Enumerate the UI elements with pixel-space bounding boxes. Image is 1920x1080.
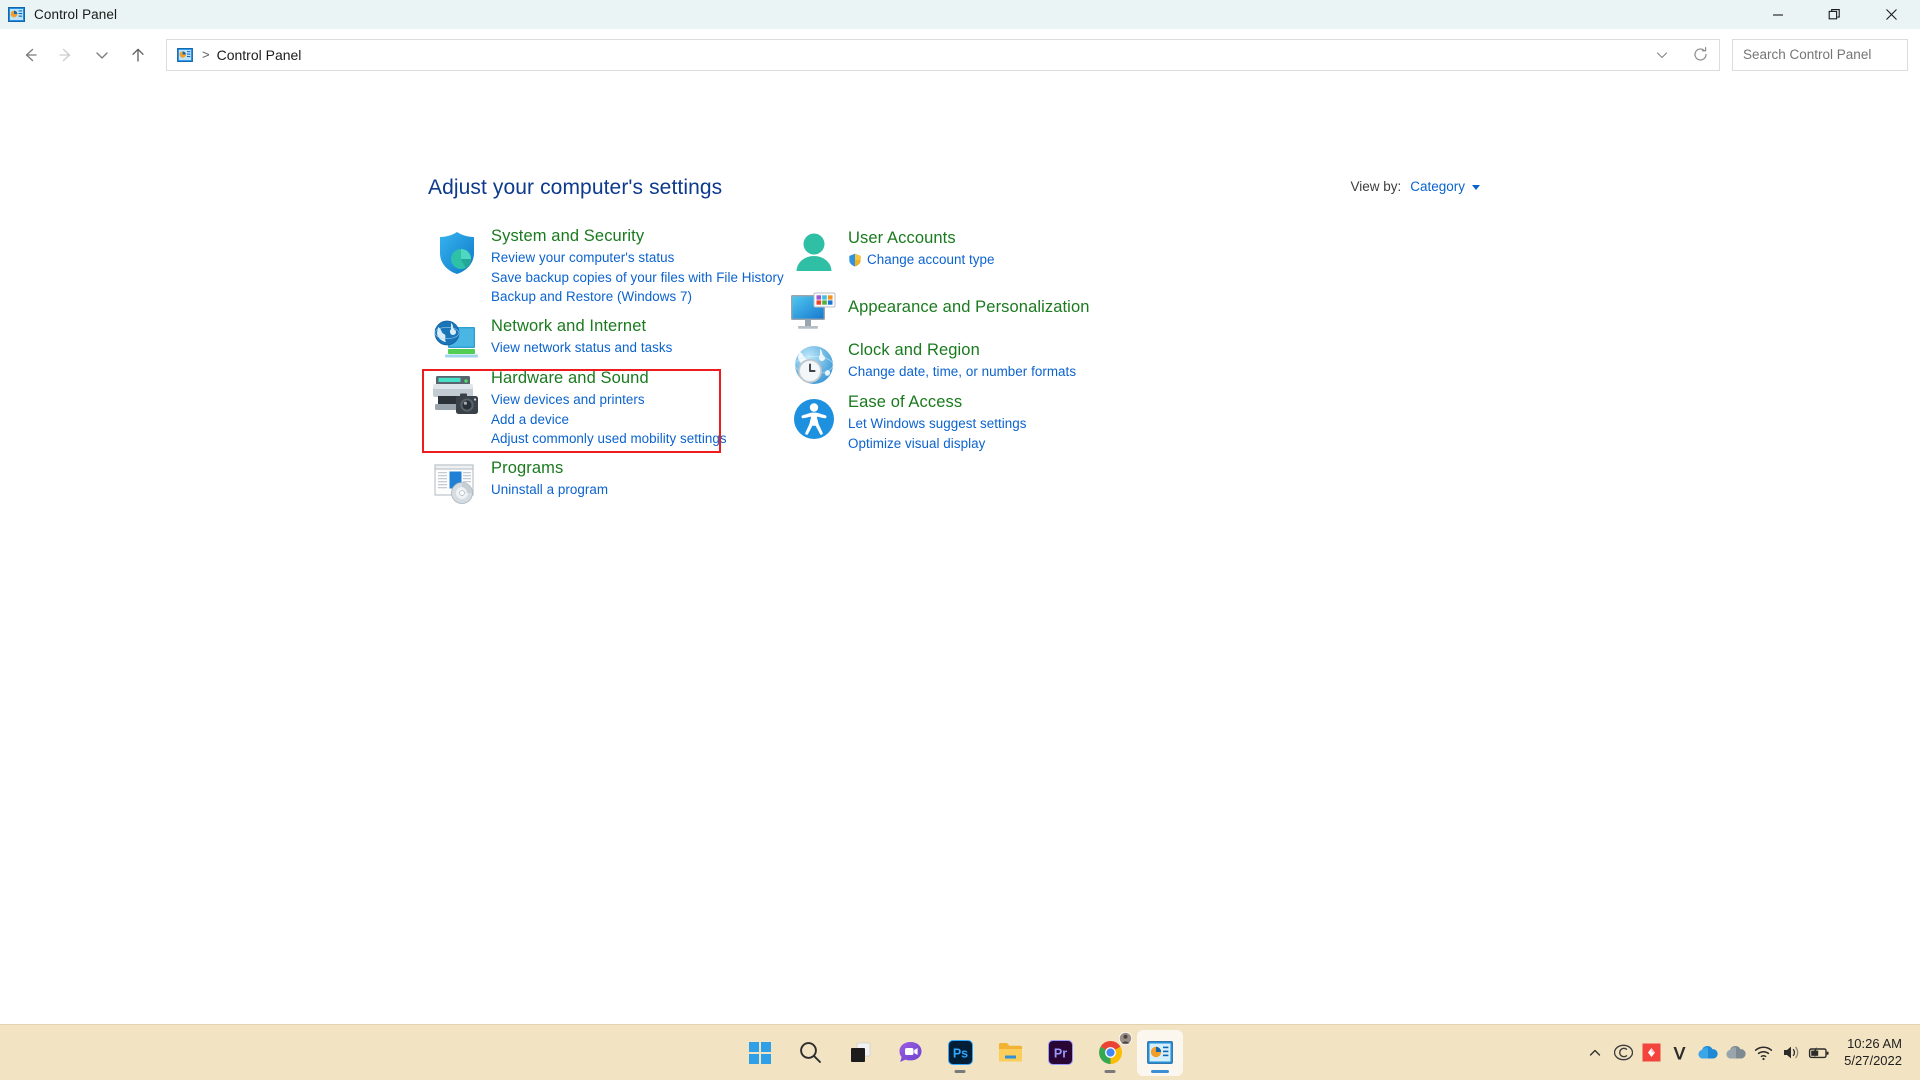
monitor-tiles-icon [785, 288, 843, 340]
breadcrumb-label[interactable]: Control Panel [217, 47, 302, 63]
battery-icon[interactable] [1806, 1032, 1832, 1074]
category-link[interactable]: Add a device [491, 410, 727, 429]
file-explorer-button[interactable] [987, 1030, 1033, 1076]
search-input[interactable] [1742, 47, 1920, 62]
v-app-icon[interactable] [1666, 1032, 1692, 1074]
shield-icon [428, 226, 486, 278]
category-link[interactable]: Review your computer's status [491, 248, 784, 267]
search-button[interactable] [787, 1030, 833, 1076]
avatar [1118, 1031, 1133, 1050]
category-network-and-internet[interactable]: Network and Internet View network status… [428, 316, 672, 368]
task-view-button[interactable] [837, 1030, 883, 1076]
show-hidden-icons-button[interactable] [1582, 1032, 1608, 1074]
view-by-value[interactable]: Category [1410, 179, 1465, 194]
category-link[interactable]: Let Windows suggest settings [848, 414, 1027, 433]
category-user-accounts[interactable]: User Accounts Change account type [785, 228, 995, 280]
clock-time: 10:26 AM [1847, 1035, 1902, 1051]
minimize-button[interactable] [1749, 0, 1806, 29]
start-button[interactable] [737, 1030, 783, 1076]
programs-disc-icon [428, 458, 486, 510]
premiere-pro-button[interactable]: Pr [1037, 1030, 1083, 1076]
onedrive-work-icon[interactable] [1722, 1032, 1748, 1074]
globe-clock-icon [785, 340, 843, 392]
wifi-icon[interactable] [1750, 1032, 1776, 1074]
category-link[interactable]: View devices and printers [491, 390, 727, 409]
close-button[interactable] [1863, 0, 1920, 29]
category-title[interactable]: Hardware and Sound [491, 368, 727, 389]
category-title[interactable]: Network and Internet [491, 316, 672, 337]
search-box[interactable] [1732, 38, 1920, 71]
window-title: Control Panel [34, 7, 118, 22]
category-title[interactable]: System and Security [491, 226, 784, 247]
forward-button[interactable] [48, 37, 84, 73]
creative-cloud-icon[interactable] [1610, 1032, 1636, 1074]
printer-camera-icon [428, 368, 486, 420]
view-by-label: View by: [1350, 179, 1402, 194]
control-panel-taskbar-button[interactable] [1137, 1029, 1183, 1076]
address-bar[interactable]: > Control Panel [166, 38, 1720, 71]
category-title[interactable]: Clock and Region [848, 340, 1076, 361]
chevron-down-icon[interactable] [1472, 185, 1480, 190]
chat-button[interactable] [887, 1030, 933, 1076]
clock-date: 5/27/2022 [1844, 1052, 1902, 1068]
running-indicator [1104, 1069, 1116, 1073]
uac-shield-icon [848, 253, 862, 267]
category-title[interactable]: Ease of Access [848, 392, 1027, 413]
title-bar: Control Panel [0, 0, 1920, 29]
category-link[interactable]: Backup and Restore (Windows 7) [491, 287, 784, 306]
recent-locations-button[interactable] [84, 37, 120, 73]
window-controls [1749, 0, 1920, 29]
network-globe-icon [428, 316, 486, 368]
category-link[interactable]: Optimize visual display [848, 434, 1027, 453]
chrome-button[interactable] [1087, 1030, 1133, 1076]
control-panel-icon [7, 7, 25, 23]
active-indicator [1151, 1069, 1169, 1073]
taskbar: Ps Pr 10:26 AM 5/27/2022 [0, 1024, 1920, 1080]
user-person-icon [785, 228, 843, 280]
category-ease-of-access[interactable]: Ease of Access Let Windows suggest setti… [785, 392, 1027, 453]
breadcrumb[interactable]: > Control Panel [167, 40, 1643, 70]
page-title: Adjust your computer's settings [428, 176, 723, 199]
back-button[interactable] [12, 37, 48, 73]
category-hardware-and-sound[interactable]: Hardware and Sound View devices and prin… [428, 368, 727, 448]
accessibility-icon [785, 392, 843, 444]
onedrive-personal-icon[interactable] [1694, 1032, 1720, 1074]
navigation-bar: > Control Panel [0, 29, 1920, 80]
category-appearance-and-personalization[interactable]: Appearance and Personalization [785, 288, 1090, 340]
up-button[interactable] [120, 37, 156, 73]
red-app-icon[interactable] [1638, 1032, 1664, 1074]
address-dropdown-button[interactable] [1643, 40, 1681, 70]
restore-button[interactable] [1806, 0, 1863, 29]
photoshop-button[interactable]: Ps [937, 1030, 983, 1076]
category-link[interactable]: Save backup copies of your files with Fi… [491, 268, 784, 287]
breadcrumb-separator: > [202, 47, 210, 62]
category-link[interactable]: Uninstall a program [491, 480, 608, 499]
category-link[interactable]: View network status and tasks [491, 338, 672, 357]
category-link[interactable]: Adjust commonly used mobility settings [491, 429, 727, 448]
category-system-and-security[interactable]: System and Security Review your computer… [428, 226, 784, 306]
category-link-label: Change account type [867, 252, 995, 268]
running-indicator [954, 1069, 966, 1073]
category-clock-and-region[interactable]: Clock and Region Change date, time, or n… [785, 340, 1076, 392]
category-title[interactable]: Appearance and Personalization [848, 297, 1090, 318]
category-programs[interactable]: Programs Uninstall a program [428, 458, 608, 510]
category-title[interactable]: Programs [491, 458, 608, 479]
taskbar-items: Ps Pr [737, 1029, 1183, 1076]
refresh-button[interactable] [1681, 40, 1719, 70]
clock[interactable]: 10:26 AM 5/27/2022 [1844, 1036, 1906, 1069]
svg-text:Pr: Pr [1053, 1047, 1066, 1061]
category-link[interactable]: Change date, time, or number formats [848, 362, 1076, 381]
svg-text:Ps: Ps [952, 1047, 967, 1061]
view-by-control[interactable]: View by: Category [1350, 179, 1480, 194]
breadcrumb-control-panel-icon [176, 47, 193, 62]
system-tray: 10:26 AM 5/27/2022 [1582, 1025, 1906, 1080]
category-title[interactable]: User Accounts [848, 228, 995, 249]
volume-icon[interactable] [1778, 1032, 1804, 1074]
control-panel-window: Control Panel > Control Panel Search Con… [0, 0, 1920, 1080]
content-area: Adjust your computer's settings View by:… [0, 80, 1920, 1024]
category-link-change-account-type[interactable]: Change account type [848, 250, 995, 269]
